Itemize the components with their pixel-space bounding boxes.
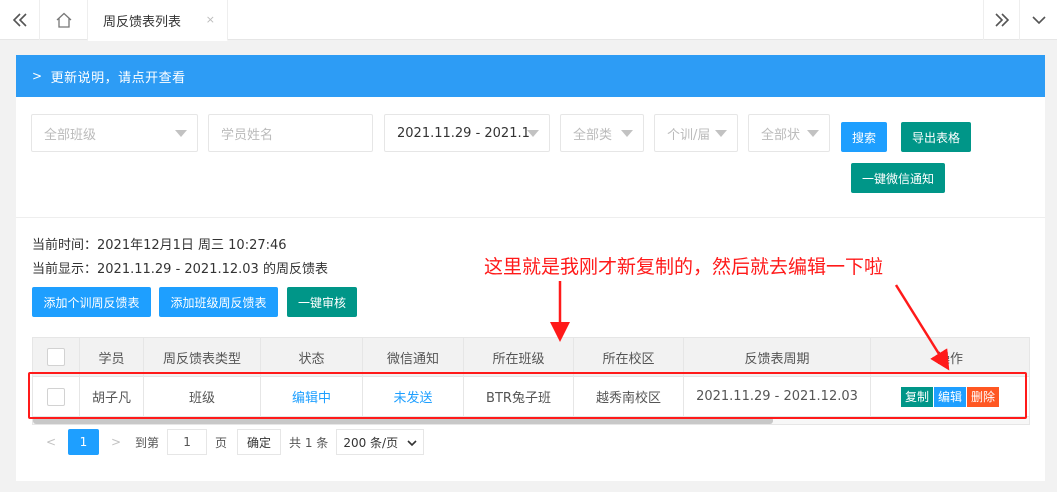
cell-wechat: 未发送	[363, 377, 464, 416]
header-status: 状态	[261, 338, 363, 376]
update-notice-text: 更新说明，请点开查看	[50, 70, 186, 86]
status-select[interactable]: 全部状	[748, 114, 830, 152]
cell-class: BTR兔子班	[464, 377, 574, 416]
status-select-placeholder: 全部状	[761, 127, 801, 143]
class-select-placeholder: 全部班级	[44, 127, 97, 143]
close-icon[interactable]: ×	[206, 13, 215, 26]
class-select[interactable]: 全部班级	[31, 114, 198, 152]
header-wechat: 微信通知	[363, 338, 464, 376]
delete-button[interactable]: 删除	[967, 386, 1000, 407]
chevron-down-icon	[1031, 16, 1046, 25]
current-display-text: 当前显示：2021.11.29 - 2021.12.03 的周反馈表	[32, 262, 328, 277]
page-1-button[interactable]: 1	[68, 429, 99, 455]
caret-down-icon	[175, 130, 187, 137]
prev-page-icon[interactable]: <	[38, 429, 64, 455]
type-select-placeholder: 全部类	[573, 127, 613, 143]
edit-button[interactable]: 编辑	[933, 386, 966, 407]
cell-type: 班级	[144, 377, 261, 416]
page-unit-label: 页	[215, 435, 228, 450]
total-count: 共 1 条	[289, 435, 329, 450]
top-tab-bar: 周反馈表列表 ×	[0, 0, 1057, 41]
cell-period: 2021.11.29 - 2021.12.03	[684, 377, 871, 416]
header-actions: 操作	[936, 351, 963, 367]
feedback-table: 学员 周反馈表类型 状态 微信通知 所在班级 所在校区 反馈表周期 操作 胡子凡…	[32, 337, 1030, 425]
kind-select[interactable]: 个训/屇	[654, 114, 738, 152]
scrollbar-thumb[interactable]	[33, 417, 773, 424]
home-icon	[56, 12, 71, 28]
chevron-right-icon: >	[32, 69, 43, 83]
caret-down-icon	[715, 130, 727, 137]
row-checkbox[interactable]	[47, 387, 65, 406]
add-class-feedback-button[interactable]: 添加班级周反馈表	[159, 287, 278, 317]
kind-select-placeholder: 个训/屇	[667, 127, 711, 143]
next-page-icon[interactable]: >	[103, 429, 129, 455]
student-name-placeholder: 学员姓名	[221, 127, 274, 143]
scroll-tabs-right-button[interactable]	[983, 0, 1019, 40]
cell-campus: 越秀南校区	[574, 377, 684, 416]
goto-confirm-button[interactable]: 确定	[237, 429, 282, 455]
cell-status: 编辑中	[261, 377, 363, 416]
header-campus: 所在校区	[574, 338, 684, 376]
cell-student: 胡子凡	[80, 377, 144, 416]
copy-button[interactable]: 复制	[900, 386, 933, 407]
tab-weekly-feedback-list[interactable]: 周反馈表列表 ×	[88, 0, 228, 41]
horizontal-scrollbar[interactable]	[33, 417, 1029, 424]
pagination: < 1 > 到第 1 页 确定 共 1 条 200 条/页	[38, 429, 425, 455]
goto-page-input[interactable]: 1	[167, 429, 208, 455]
review-all-button[interactable]: 一键审核	[287, 287, 357, 317]
page-size-value: 200 条/页	[343, 435, 399, 450]
row-select-cell	[33, 377, 80, 416]
home-tab-button[interactable]	[40, 0, 88, 40]
scroll-tabs-left-button[interactable]	[0, 0, 40, 40]
goto-label: 到第	[135, 435, 160, 450]
page-size-select[interactable]: 200 条/页	[336, 429, 425, 455]
table-row: 胡子凡 班级 编辑中 未发送 BTR兔子班 越秀南校区 2021.11.29 -…	[33, 377, 1029, 417]
caret-down-icon	[807, 130, 819, 137]
tab-label: 周反馈表列表	[103, 14, 182, 30]
tab-menu-button[interactable]	[1019, 0, 1057, 40]
add-individual-feedback-button[interactable]: 添加个训周反馈表	[32, 287, 151, 317]
date-range-value: 2021.11.29 - 2021.1	[397, 125, 530, 141]
type-select[interactable]: 全部类	[560, 114, 644, 152]
update-notice-bar[interactable]: > 更新说明，请点开查看	[16, 55, 1045, 97]
header-period: 反馈表周期	[684, 338, 871, 376]
caret-down-icon	[527, 130, 539, 137]
cell-actions: 复制 编辑 删除	[871, 377, 1029, 416]
wechat-notify-all-button[interactable]: 一键微信通知	[851, 163, 945, 193]
select-all-cell	[33, 338, 80, 376]
double-chevron-right-icon	[994, 13, 1009, 27]
chevron-down-icon	[407, 440, 417, 447]
annotation-text: 这里就是我刚才新复制的，然后就去编辑一下啦	[484, 256, 884, 278]
date-range-select[interactable]: 2021.11.29 - 2021.1	[384, 114, 550, 152]
caret-down-icon	[621, 130, 633, 137]
header-class: 所在班级	[464, 338, 574, 376]
header-type: 周反馈表类型	[144, 338, 261, 376]
current-time-text: 当前时间：2021年12月1日 周三 10:27:46	[32, 238, 287, 253]
student-name-input[interactable]: 学员姓名	[208, 114, 373, 152]
select-all-checkbox[interactable]	[47, 348, 65, 366]
table-header-row: 学员 周反馈表类型 状态 微信通知 所在班级 所在校区 反馈表周期 操作	[33, 338, 1029, 377]
search-button[interactable]: 搜索	[841, 122, 887, 152]
double-chevron-left-icon	[12, 13, 27, 27]
section-divider	[16, 217, 1045, 218]
export-table-button[interactable]: 导出表格	[901, 122, 971, 152]
header-student: 学员	[80, 338, 144, 376]
